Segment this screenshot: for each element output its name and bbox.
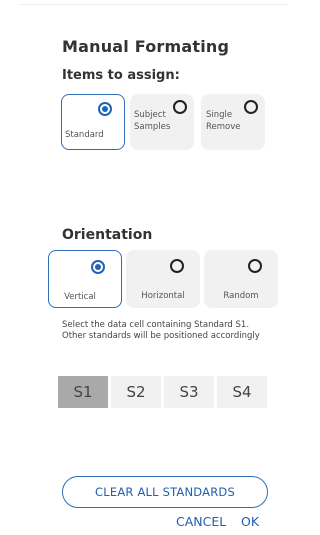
standard-segment-s1[interactable]: S1 bbox=[58, 376, 108, 408]
item-option-single-remove[interactable]: Single Remove bbox=[201, 94, 265, 150]
orientation-option-label: Horizontal bbox=[141, 291, 185, 301]
standard-segment-s4[interactable]: S4 bbox=[217, 376, 267, 408]
orientation-option-label: Vertical bbox=[64, 292, 96, 302]
manual-formatting-panel: Manual Formating Items to assign: Standa… bbox=[0, 0, 287, 535]
item-option-label: Subject Samples bbox=[134, 110, 171, 132]
standard-segment-s2[interactable]: S2 bbox=[111, 376, 161, 408]
clear-all-standards-button[interactable]: CLEAR ALL STANDARDS bbox=[62, 476, 268, 508]
ok-button[interactable]: OK bbox=[241, 514, 259, 529]
items-to-assign-label: Items to assign: bbox=[62, 68, 180, 83]
dialog-title: Manual Formating bbox=[62, 37, 230, 56]
cancel-button[interactable]: CANCEL bbox=[176, 514, 226, 529]
radio-empty-icon[interactable] bbox=[248, 259, 262, 273]
radio-empty-icon[interactable] bbox=[244, 100, 258, 114]
item-option-standard[interactable]: Standard bbox=[61, 94, 125, 150]
standards-help-text: Select the data cell containing Standard… bbox=[62, 320, 260, 341]
radio-selected-icon[interactable] bbox=[91, 260, 105, 274]
orientation-option-vertical[interactable]: Vertical bbox=[48, 250, 122, 308]
orientation-title: Orientation bbox=[62, 227, 153, 243]
orientation-option-random[interactable]: Random bbox=[204, 250, 278, 308]
orientation-option-horizontal[interactable]: Horizontal bbox=[126, 250, 200, 308]
item-option-subject-samples[interactable]: Subject Samples bbox=[130, 94, 194, 150]
radio-empty-icon[interactable] bbox=[170, 259, 184, 273]
orientation-option-label: Random bbox=[223, 291, 259, 301]
radio-empty-icon[interactable] bbox=[173, 100, 187, 114]
standard-segment-s3[interactable]: S3 bbox=[164, 376, 214, 408]
radio-selected-icon[interactable] bbox=[98, 102, 112, 116]
item-option-label: Single Remove bbox=[206, 110, 241, 132]
item-option-label: Standard bbox=[65, 130, 104, 140]
